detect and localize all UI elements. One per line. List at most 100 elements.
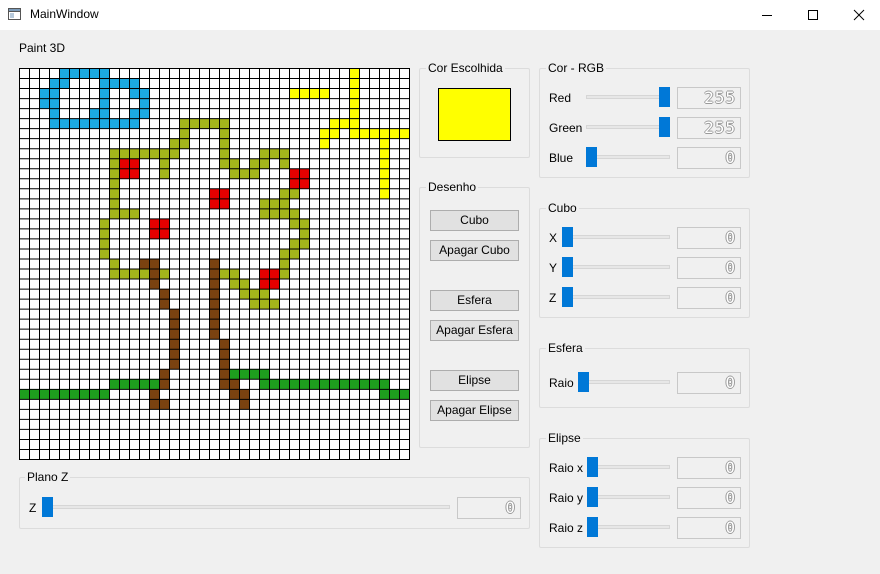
blue-slider[interactable]: [586, 147, 670, 167]
cell-cyan[interactable]: [99, 68, 110, 79]
cell-brown[interactable]: [209, 319, 220, 330]
cell-green[interactable]: [59, 389, 70, 400]
cell-olive[interactable]: [249, 299, 260, 310]
paint-canvas[interactable]: [19, 68, 410, 460]
cell-yellow[interactable]: [329, 118, 340, 129]
cell-olive[interactable]: [169, 138, 180, 149]
green-slider[interactable]: [586, 117, 670, 137]
cubo-button[interactable]: Cubo: [430, 210, 519, 231]
cell-olive[interactable]: [119, 208, 130, 219]
cell-brown[interactable]: [169, 339, 180, 350]
cell-red[interactable]: [149, 228, 160, 239]
cell-brown[interactable]: [149, 399, 160, 410]
cell-cyan[interactable]: [109, 118, 120, 129]
cell-yellow[interactable]: [379, 148, 390, 159]
cell-olive[interactable]: [129, 269, 140, 280]
cell-olive[interactable]: [279, 248, 290, 259]
cell-brown[interactable]: [229, 379, 240, 390]
cell-yellow[interactable]: [389, 128, 400, 139]
cell-red[interactable]: [299, 168, 310, 179]
cell-olive[interactable]: [99, 228, 110, 239]
plano-z-slider[interactable]: [42, 497, 450, 517]
cell-green[interactable]: [379, 379, 390, 390]
cell-yellow[interactable]: [369, 128, 380, 139]
cell-cyan[interactable]: [89, 108, 100, 119]
cell-red[interactable]: [159, 218, 170, 229]
cell-brown[interactable]: [169, 309, 180, 320]
slider-handle[interactable]: [562, 227, 573, 247]
cell-olive[interactable]: [179, 118, 190, 129]
cell-red[interactable]: [129, 168, 140, 179]
cell-yellow[interactable]: [289, 88, 300, 99]
cell-olive[interactable]: [249, 158, 260, 169]
cell-yellow[interactable]: [379, 138, 390, 149]
cell-red[interactable]: [259, 269, 270, 280]
slider-handle[interactable]: [562, 257, 573, 277]
cell-green[interactable]: [369, 379, 380, 390]
apagar-elipse-button[interactable]: Apagar Elipse: [430, 400, 519, 421]
cell-brown[interactable]: [149, 269, 160, 280]
maximize-button[interactable]: [790, 0, 836, 30]
cell-olive[interactable]: [279, 148, 290, 159]
elipse-raio-z-slider[interactable]: [587, 517, 670, 537]
cell-brown[interactable]: [159, 369, 170, 380]
cell-cyan[interactable]: [119, 118, 130, 129]
cell-olive[interactable]: [269, 208, 280, 219]
cell-cyan[interactable]: [49, 108, 60, 119]
cell-olive[interactable]: [159, 148, 170, 159]
cell-olive[interactable]: [289, 188, 300, 199]
cell-yellow[interactable]: [349, 108, 360, 119]
cell-brown[interactable]: [159, 299, 170, 310]
cell-red[interactable]: [219, 198, 230, 209]
cell-cyan[interactable]: [39, 88, 50, 99]
cell-olive[interactable]: [279, 208, 290, 219]
cell-yellow[interactable]: [379, 168, 390, 179]
cell-green[interactable]: [129, 379, 140, 390]
cell-green[interactable]: [69, 389, 80, 400]
cell-olive[interactable]: [279, 269, 290, 280]
cell-olive[interactable]: [299, 238, 310, 249]
cell-cyan[interactable]: [89, 68, 100, 79]
cell-green[interactable]: [259, 379, 270, 390]
cell-olive[interactable]: [249, 289, 260, 300]
cell-brown[interactable]: [209, 329, 220, 340]
cell-olive[interactable]: [229, 279, 240, 290]
cell-olive[interactable]: [109, 208, 120, 219]
cell-cyan[interactable]: [59, 78, 70, 89]
esfera-button[interactable]: Esfera: [430, 290, 519, 311]
cell-red[interactable]: [209, 188, 220, 199]
cell-brown[interactable]: [169, 359, 180, 370]
cell-green[interactable]: [39, 389, 50, 400]
cell-green[interactable]: [139, 379, 150, 390]
cell-olive[interactable]: [109, 188, 120, 199]
elipse-raio-x-slider[interactable]: [587, 457, 670, 477]
cell-cyan[interactable]: [99, 108, 110, 119]
cell-cyan[interactable]: [59, 118, 70, 129]
cell-olive[interactable]: [219, 148, 230, 159]
cell-brown[interactable]: [209, 258, 220, 270]
cell-cyan[interactable]: [69, 68, 80, 79]
cell-green[interactable]: [19, 389, 30, 400]
cell-cyan[interactable]: [49, 88, 60, 99]
cubo-x-slider[interactable]: [562, 227, 670, 247]
cell-olive[interactable]: [219, 128, 230, 139]
cell-brown[interactable]: [209, 279, 220, 290]
cell-yellow[interactable]: [349, 68, 360, 79]
cell-olive[interactable]: [229, 269, 240, 280]
cell-cyan[interactable]: [99, 78, 110, 89]
slider-handle[interactable]: [587, 517, 598, 537]
cell-olive[interactable]: [299, 218, 310, 229]
cell-green[interactable]: [269, 379, 280, 390]
cell-olive[interactable]: [109, 269, 120, 280]
cell-cyan[interactable]: [59, 68, 70, 79]
cell-brown[interactable]: [219, 359, 230, 370]
cell-brown[interactable]: [139, 258, 150, 270]
red-slider[interactable]: [586, 87, 670, 107]
cell-brown[interactable]: [159, 379, 170, 390]
cell-brown[interactable]: [149, 389, 160, 400]
cell-olive[interactable]: [109, 178, 120, 189]
cell-brown[interactable]: [219, 369, 230, 380]
cell-green[interactable]: [249, 369, 260, 380]
cell-olive[interactable]: [219, 269, 230, 280]
cell-green[interactable]: [239, 369, 250, 380]
